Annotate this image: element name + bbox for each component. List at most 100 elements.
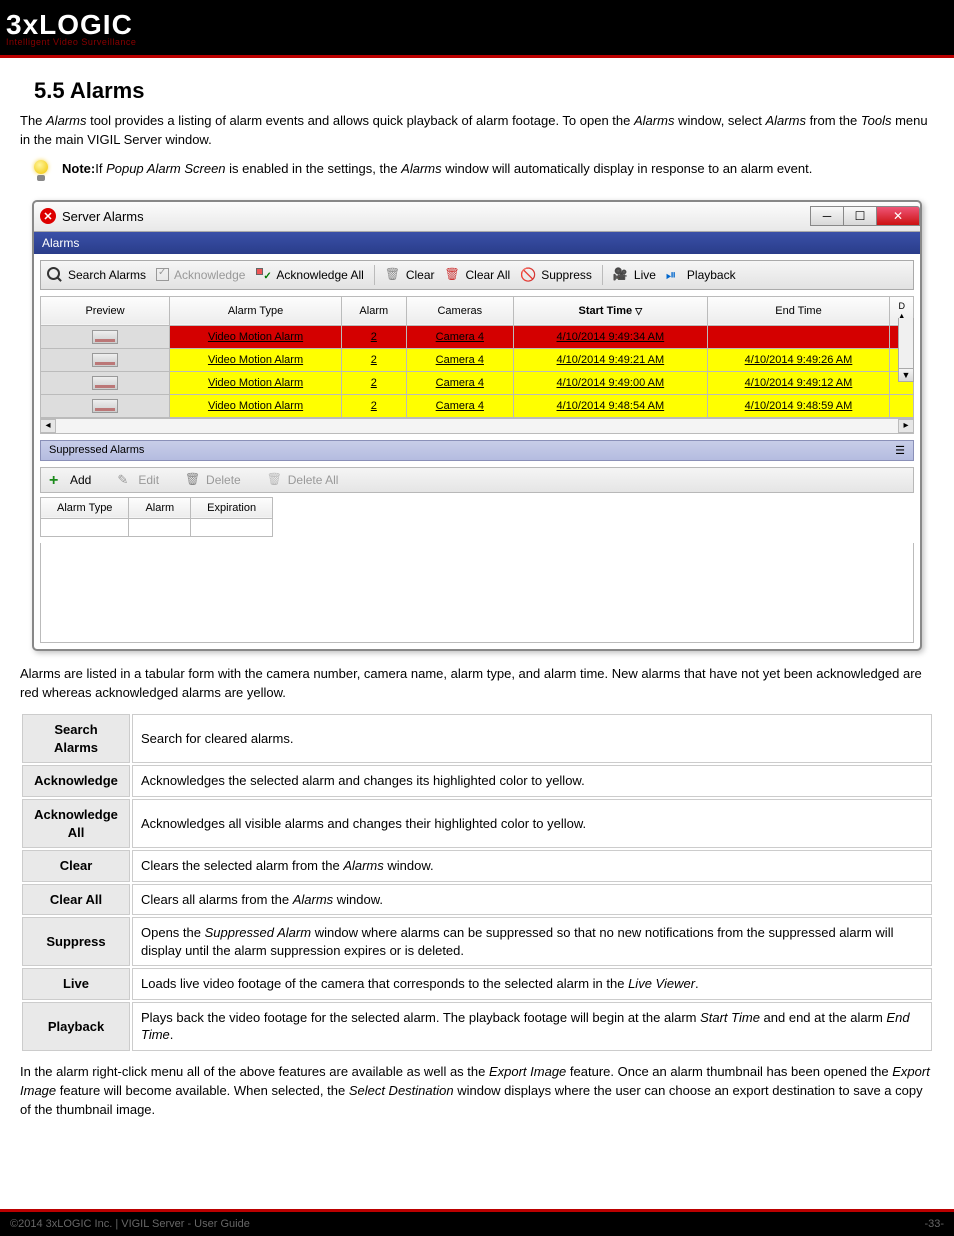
col-start[interactable]: Start Time ▽ bbox=[514, 296, 708, 325]
scroll-down-icon[interactable]: ▼ bbox=[898, 368, 914, 382]
clear-button[interactable]: Clear bbox=[385, 267, 435, 283]
def-desc: Search for cleared alarms. bbox=[132, 714, 932, 763]
cell-end[interactable] bbox=[707, 325, 890, 348]
cell-type[interactable]: Video Motion Alarm bbox=[170, 394, 342, 417]
trash-all-icon bbox=[267, 472, 283, 488]
search-alarms-button[interactable]: Search Alarms bbox=[47, 267, 146, 283]
maximize-button[interactable]: ☐ bbox=[843, 206, 877, 226]
close-button[interactable]: ✕ bbox=[876, 206, 920, 226]
clear-all-button[interactable]: Clear All bbox=[445, 267, 511, 283]
cell-alarm[interactable]: 2 bbox=[342, 371, 407, 394]
def-term: Acknowledge All bbox=[22, 799, 130, 848]
cell-start[interactable]: 4/10/2014 9:49:21 AM bbox=[514, 348, 708, 371]
acknowledge-button[interactable]: Acknowledge bbox=[156, 268, 245, 282]
check-icon bbox=[156, 268, 169, 281]
cell-type[interactable]: Video Motion Alarm bbox=[170, 325, 342, 348]
table-row[interactable]: Video Motion Alarm2Camera 44/10/2014 9:4… bbox=[41, 394, 914, 417]
trash-red-icon bbox=[445, 267, 461, 283]
thumbnail-icon bbox=[92, 376, 118, 390]
cell-camera[interactable]: Camera 4 bbox=[406, 325, 514, 348]
sup-empty-row bbox=[41, 518, 273, 536]
playback-icon bbox=[666, 267, 682, 283]
window-title: Server Alarms bbox=[62, 209, 144, 224]
scroll-left-icon[interactable]: ◂ bbox=[40, 419, 56, 433]
table-row[interactable]: Video Motion Alarm2Camera 44/10/2014 9:4… bbox=[41, 325, 914, 348]
suppressed-empty-area bbox=[40, 543, 914, 643]
def-row: SuppressOpens the Suppressed Alarm windo… bbox=[22, 917, 932, 966]
cell-start[interactable]: 4/10/2014 9:49:34 AM bbox=[514, 325, 708, 348]
playback-button[interactable]: Playback bbox=[666, 267, 736, 283]
plus-icon bbox=[49, 472, 65, 488]
logo: 3xLOGIC Intelligent Video Surveillance bbox=[6, 9, 136, 47]
horizontal-scrollbar[interactable]: ◂ ▸ bbox=[40, 418, 914, 434]
suppress-icon bbox=[520, 267, 536, 283]
vertical-scrollbar[interactable]: ▼ bbox=[898, 318, 914, 382]
preview-cell[interactable] bbox=[41, 348, 170, 371]
collapse-icon[interactable]: ☰ bbox=[895, 444, 905, 457]
col-end[interactable]: End Time bbox=[707, 296, 890, 325]
delete-button[interactable]: Delete bbox=[185, 472, 241, 488]
cell-end[interactable]: 4/10/2014 9:48:59 AM bbox=[707, 394, 890, 417]
cell-camera[interactable]: Camera 4 bbox=[406, 371, 514, 394]
def-desc: Opens the Suppressed Alarm window where … bbox=[132, 917, 932, 966]
section-title: 5.5 Alarms bbox=[34, 78, 934, 104]
def-desc: Clears the selected alarm from the Alarm… bbox=[132, 850, 932, 882]
cell-start[interactable]: 4/10/2014 9:49:00 AM bbox=[514, 371, 708, 394]
cell-camera[interactable]: Camera 4 bbox=[406, 394, 514, 417]
cell-type[interactable]: Video Motion Alarm bbox=[170, 348, 342, 371]
cell-alarm[interactable]: 2 bbox=[342, 394, 407, 417]
preview-cell[interactable] bbox=[41, 394, 170, 417]
preview-cell[interactable] bbox=[41, 325, 170, 348]
def-desc: Acknowledges all visible alarms and chan… bbox=[132, 799, 932, 848]
note-text: Note:If Popup Alarm Screen is enabled in… bbox=[62, 160, 812, 178]
cell-end[interactable]: 4/10/2014 9:49:26 AM bbox=[707, 348, 890, 371]
description-1: Alarms are listed in a tabular form with… bbox=[20, 665, 934, 703]
sup-col-alarm[interactable]: Alarm bbox=[129, 497, 191, 518]
suppress-button[interactable]: Suppress bbox=[520, 267, 592, 283]
edit-button[interactable]: Edit bbox=[117, 472, 159, 488]
suppressed-header[interactable]: Suppressed Alarms ☰ bbox=[40, 440, 914, 461]
scroll-right-icon[interactable]: ▸ bbox=[898, 419, 914, 433]
preview-cell[interactable] bbox=[41, 371, 170, 394]
def-row: ClearClears the selected alarm from the … bbox=[22, 850, 932, 882]
col-alarm[interactable]: Alarm bbox=[342, 296, 407, 325]
menubar: Alarms bbox=[34, 232, 920, 254]
def-term: Search Alarms bbox=[22, 714, 130, 763]
def-term: Playback bbox=[22, 1002, 130, 1051]
thumbnail-icon bbox=[92, 330, 118, 344]
cell-type[interactable]: Video Motion Alarm bbox=[170, 371, 342, 394]
cell-camera[interactable]: Camera 4 bbox=[406, 348, 514, 371]
def-row: Acknowledge AllAcknowledges all visible … bbox=[22, 799, 932, 848]
cell-end[interactable]: 4/10/2014 9:49:12 AM bbox=[707, 371, 890, 394]
sup-col-type[interactable]: Alarm Type bbox=[41, 497, 129, 518]
description-2: In the alarm right-click menu all of the… bbox=[20, 1063, 934, 1120]
note-callout: Note:If Popup Alarm Screen is enabled in… bbox=[30, 160, 924, 186]
minimize-button[interactable]: ─ bbox=[810, 206, 844, 226]
delete-all-button[interactable]: Delete All bbox=[267, 472, 339, 488]
acknowledge-all-button[interactable]: Acknowledge All bbox=[255, 267, 363, 283]
add-button[interactable]: Add bbox=[49, 472, 91, 488]
col-cameras[interactable]: Cameras bbox=[406, 296, 514, 325]
window-icon: ✕ bbox=[40, 208, 56, 224]
def-row: AcknowledgeAcknowledges the selected ala… bbox=[22, 765, 932, 797]
def-term: Live bbox=[22, 968, 130, 1000]
cell-start[interactable]: 4/10/2014 9:48:54 AM bbox=[514, 394, 708, 417]
cell-alarm[interactable]: 2 bbox=[342, 325, 407, 348]
footer-right: -33- bbox=[924, 1218, 944, 1230]
def-row: Clear AllClears all alarms from the Alar… bbox=[22, 884, 932, 916]
cell-alarm[interactable]: 2 bbox=[342, 348, 407, 371]
live-button[interactable]: Live bbox=[613, 267, 656, 283]
table-row[interactable]: Video Motion Alarm2Camera 44/10/2014 9:4… bbox=[41, 371, 914, 394]
col-type[interactable]: Alarm Type bbox=[170, 296, 342, 325]
def-row: PlaybackPlays back the video footage for… bbox=[22, 1002, 932, 1051]
table-header-row: Preview Alarm Type Alarm Cameras Start T… bbox=[41, 296, 914, 325]
thumbnail-icon bbox=[92, 399, 118, 413]
col-preview[interactable]: Preview bbox=[41, 296, 170, 325]
menu-alarms[interactable]: Alarms bbox=[42, 236, 79, 250]
def-term: Clear bbox=[22, 850, 130, 882]
sup-col-exp[interactable]: Expiration bbox=[191, 497, 273, 518]
suppressed-toolbar: Add Edit Delete Delete All bbox=[40, 467, 914, 493]
def-term: Suppress bbox=[22, 917, 130, 966]
table-row[interactable]: Video Motion Alarm2Camera 44/10/2014 9:4… bbox=[41, 348, 914, 371]
camera-icon bbox=[613, 267, 629, 283]
